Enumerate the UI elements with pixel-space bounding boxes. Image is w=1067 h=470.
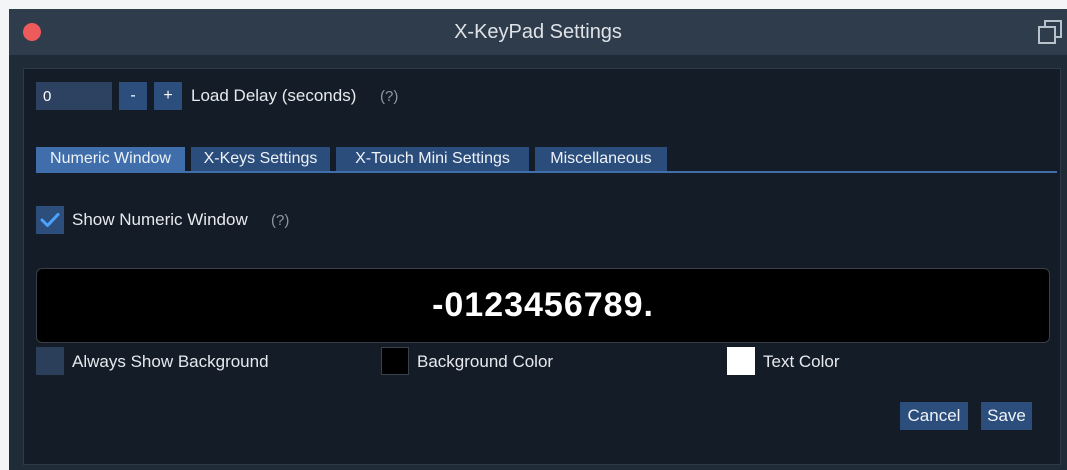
- tab-x-keys-settings[interactable]: X-Keys Settings: [191, 147, 330, 171]
- settings-window: X-KeyPad Settings - + Load Delay (second…: [9, 9, 1067, 470]
- show-numeric-window-label: Show Numeric Window: [72, 210, 248, 229]
- decrement-button[interactable]: -: [119, 82, 147, 110]
- settings-panel: - + Load Delay (seconds) (?) Numeric Win…: [23, 68, 1061, 465]
- show-numeric-window-help[interactable]: (?): [271, 212, 289, 229]
- title-bar: X-KeyPad Settings: [9, 9, 1067, 55]
- popout-icon[interactable]: [1036, 18, 1064, 46]
- numeric-display-preview: -0123456789.: [36, 268, 1050, 343]
- cancel-button[interactable]: Cancel: [900, 402, 968, 430]
- tab-underline: [36, 171, 1057, 173]
- increment-button[interactable]: +: [154, 82, 182, 110]
- show-numeric-window-checkbox[interactable]: [36, 206, 64, 234]
- background-color-label: Background Color: [417, 352, 554, 371]
- text-color-swatch[interactable]: [727, 347, 755, 375]
- window-title: X-KeyPad Settings: [454, 21, 622, 43]
- text-color-label: Text Color: [763, 352, 840, 371]
- load-delay-label: Load Delay (seconds): [191, 86, 357, 105]
- always-show-background-checkbox[interactable]: [36, 347, 64, 375]
- background-color-swatch[interactable]: [381, 347, 409, 375]
- tab-miscellaneous[interactable]: Miscellaneous: [535, 147, 667, 171]
- checkmark-icon: [40, 213, 60, 227]
- tab-numeric-window[interactable]: Numeric Window: [36, 147, 185, 171]
- load-delay-help[interactable]: (?): [380, 88, 398, 105]
- load-delay-input[interactable]: [36, 82, 112, 110]
- tab-x-touch-mini-settings[interactable]: X-Touch Mini Settings: [336, 147, 529, 171]
- always-show-background-label: Always Show Background: [72, 352, 269, 371]
- save-button[interactable]: Save: [981, 402, 1032, 430]
